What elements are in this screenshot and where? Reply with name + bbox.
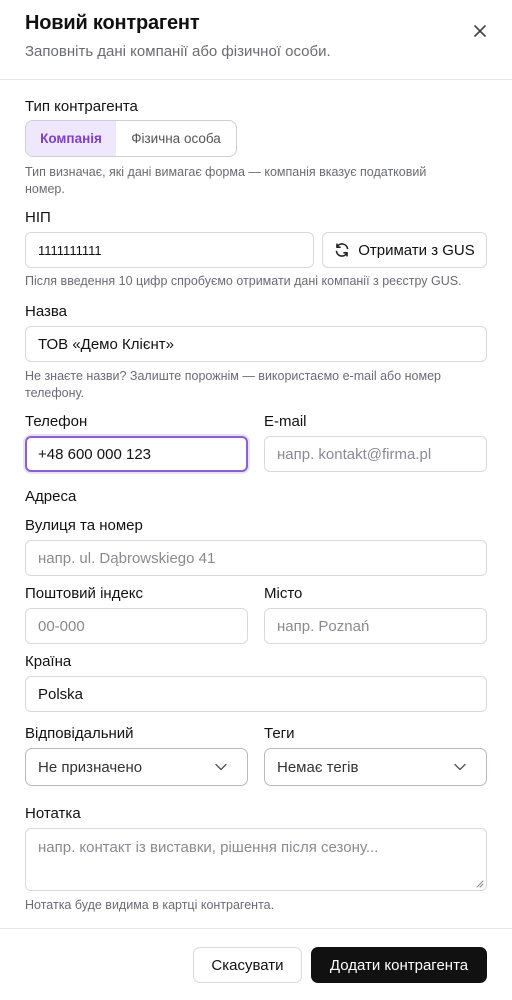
city-label: Місто (264, 585, 303, 602)
note-textarea[interactable]: напр. контакт із виставки, рішення після… (25, 828, 487, 891)
tags-select[interactable]: Немає тегів (264, 748, 487, 786)
chevron-down-icon (454, 763, 466, 771)
name-hint-line-2: телефону. (25, 386, 84, 400)
postal-code-label: Поштовий індекс (25, 585, 144, 602)
address-section-label: Адреса (25, 488, 77, 505)
owner-label: Відповідальний (25, 725, 134, 742)
country-input[interactable]: Polska (25, 676, 487, 712)
note-label: Нотатка (25, 805, 81, 822)
chevron-down-icon (215, 763, 227, 771)
dialog-subtitle: Заповніть дані компанії або фізичної осо… (25, 43, 331, 60)
note-placeholder: напр. контакт із виставки, рішення після… (38, 839, 379, 856)
street-label: Вулиця та номер (25, 517, 143, 534)
type-hint-line-1: Тип визначає, які дані вимагає форма — к… (25, 165, 427, 179)
dialog-title: Новий контрагент (25, 12, 200, 34)
dialog-header: Новий контрагент Заповніть дані компанії… (0, 0, 512, 80)
type-option-company[interactable]: Компанія (26, 121, 116, 156)
new-counterparty-dialog: Новий контрагент Заповніть дані компанії… (0, 0, 512, 1000)
phone-label: Телефон (25, 413, 88, 430)
type-segmented-control: Компанія Фізична особа (25, 120, 237, 157)
nip-input[interactable]: 1111111111 (25, 232, 314, 268)
add-counterparty-button[interactable]: Додати контрагента (311, 947, 487, 983)
cancel-button[interactable]: Скасувати (193, 947, 302, 983)
name-hint-line-1: Не знаєте назви? Залиште порожнім — вико… (25, 369, 441, 383)
note-hint: Нотатка буде видима в картці контрагента… (25, 898, 275, 912)
nip-hint: Після введення 10 цифр спробуємо отримат… (25, 274, 462, 288)
name-input[interactable]: ТОВ «Демо Клієнт» (25, 326, 487, 362)
postal-code-input[interactable]: 00-000 (25, 608, 248, 644)
type-hint: Тип визначає, які дані вимагає форма — к… (25, 164, 426, 198)
email-input[interactable]: напр. kontakt@firma.pl (264, 436, 487, 472)
fetch-gus-button[interactable]: Отримати з GUS (322, 232, 487, 268)
owner-select[interactable]: Не призначено (25, 748, 248, 786)
close-button[interactable] (469, 20, 491, 42)
type-option-person[interactable]: Фізична особа (116, 121, 236, 156)
refresh-icon (335, 243, 349, 257)
type-hint-line-2: номер. (25, 182, 65, 196)
close-icon (474, 25, 486, 37)
phone-input[interactable]: +48 600 000 123 (25, 436, 248, 472)
fetch-gus-label: Отримати з GUS (358, 241, 475, 259)
email-label: E-mail (264, 413, 307, 430)
type-label: Тип контрагента (25, 98, 138, 115)
tags-selected-value: Немає тегів (277, 758, 359, 776)
name-label: Назва (25, 303, 68, 320)
nip-label: НІП (25, 209, 51, 226)
owner-selected-value: Не призначено (38, 758, 143, 776)
country-label: Країна (25, 653, 72, 670)
city-input[interactable]: напр. Poznań (264, 608, 487, 644)
name-hint: Не знаєте назви? Залиште порожнім — вико… (25, 368, 441, 402)
resize-handle-icon[interactable] (476, 880, 484, 888)
street-input[interactable]: напр. ul. Dąbrowskiego 41 (25, 540, 487, 576)
tags-label: Теги (264, 725, 295, 742)
